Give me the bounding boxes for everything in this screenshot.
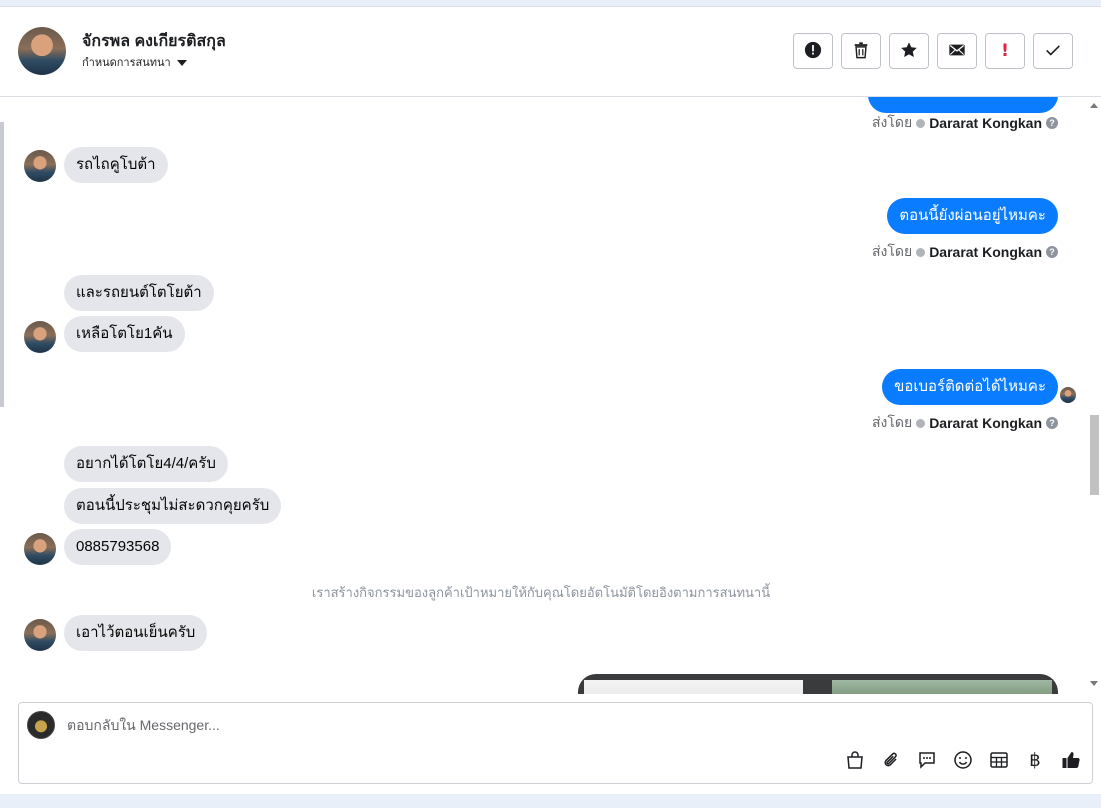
outgoing-image-attachment[interactable] [578, 674, 1058, 694]
scrollbar-thumb[interactable] [1090, 415, 1099, 495]
help-icon[interactable]: ? [1046, 417, 1058, 429]
page-avatar [27, 711, 55, 739]
alert-circle-icon [804, 41, 822, 62]
mark-unread-button[interactable] [937, 33, 977, 69]
trash-icon [852, 41, 870, 62]
outgoing-message[interactable]: ขอเบอร์ติดต่อได้ไหมคะ [882, 369, 1058, 405]
sent-by-line: ส่งโดย Dararat Kongkan ? [872, 112, 1058, 134]
sent-by-label: ส่งโดย [871, 414, 913, 430]
scroll-down-arrow-icon[interactable] [1090, 681, 1098, 686]
table-icon[interactable] [988, 749, 1010, 771]
sender-name[interactable]: Dararat Kongkan [929, 115, 1042, 131]
conversation-settings-label: กำหนดการสนทนา [82, 57, 171, 69]
incoming-message[interactable]: 0885793568 [64, 529, 172, 565]
thumbs-up-icon[interactable] [1060, 749, 1082, 771]
attachment-image[interactable] [832, 680, 1052, 694]
exclamation-icon: ! [1001, 41, 1009, 61]
star-button[interactable] [889, 33, 929, 69]
contact-avatar-small[interactable] [24, 150, 56, 182]
incoming-message[interactable]: และรถยนต์โตโยต้า [64, 275, 214, 311]
message-thread[interactable]: ส่งโดย Dararat Kongkan ? รถไถคูโบต้า ตอน… [0, 97, 1101, 694]
system-notice: เราสร้างกิจกรรมของลูกค้าเป้าหมายให้กับคุ… [311, 585, 771, 600]
header-actions: ! [793, 33, 1073, 69]
mark-done-button[interactable] [1033, 33, 1073, 69]
help-icon[interactable]: ? [1046, 117, 1058, 129]
contact-name[interactable]: จักรพล คงเกียรติสกุล [82, 29, 226, 54]
contact-avatar[interactable] [18, 27, 66, 75]
sent-by-label: ส่งโดย [871, 114, 913, 130]
verified-dot-icon [916, 247, 926, 257]
reply-input[interactable] [67, 717, 967, 733]
outgoing-message[interactable]: ตอนนี้ยังผ่อนอยู่ไหมคะ [887, 198, 1058, 234]
envelope-icon [948, 41, 966, 62]
conversation-panel: จักรพล คงเกียรติสกุล กำหนดการสนทนา ! ส่ง… [0, 6, 1101, 794]
sender-name[interactable]: Dararat Kongkan [929, 415, 1042, 431]
sent-by-line: ส่งโดย Dararat Kongkan ? [872, 241, 1058, 263]
contact-avatar-small[interactable] [24, 533, 56, 565]
conversation-settings-dropdown[interactable]: กำหนดการสนทนา [82, 53, 187, 71]
caret-down-icon [176, 59, 187, 66]
contact-avatar-small[interactable] [24, 321, 56, 353]
contact-avatar-small[interactable] [24, 619, 56, 651]
scrollbar[interactable] [1087, 97, 1101, 694]
emoji-icon[interactable] [952, 749, 974, 771]
verified-dot-icon [916, 418, 926, 428]
help-icon[interactable]: ? [1046, 246, 1058, 258]
incoming-message[interactable]: ตอนนี้ประชุมไม่สะดวกคุยครับ [64, 488, 282, 524]
incoming-message[interactable]: เหลือโตโย1คัน [64, 316, 185, 352]
sent-by-line: ส่งโดย Dararat Kongkan ? [872, 412, 1058, 434]
follow-up-button[interactable]: ! [985, 33, 1025, 69]
paperclip-icon[interactable] [880, 749, 902, 771]
checkmark-icon [1044, 41, 1062, 62]
incoming-message[interactable]: อยากได้โตโย4/4/ครับ [64, 446, 228, 482]
delete-button[interactable] [841, 33, 881, 69]
left-scroll-indicator [0, 122, 4, 407]
outgoing-message-partial[interactable] [868, 97, 1058, 113]
sent-by-label: ส่งโดย [871, 243, 913, 259]
seen-avatar [1060, 387, 1076, 403]
conversation-header: จักรพล คงเกียรติสกุล กำหนดการสนทนา ! [0, 7, 1101, 97]
shop-icon[interactable] [844, 749, 866, 771]
verified-dot-icon [916, 118, 926, 128]
incoming-message[interactable]: รถไถคูโบต้า [64, 147, 168, 183]
incoming-message[interactable]: เอาไว้ตอนเย็นครับ [64, 615, 208, 651]
composer-toolbar: ฿ [844, 749, 1082, 771]
message-composer: ฿ [18, 702, 1093, 784]
spam-button[interactable] [793, 33, 833, 69]
attachment-image[interactable] [584, 680, 803, 694]
baht-icon[interactable]: ฿ [1024, 749, 1046, 771]
speech-bubble-icon[interactable] [916, 749, 938, 771]
star-icon [900, 41, 918, 62]
scroll-up-arrow-icon[interactable] [1090, 103, 1098, 108]
sender-name[interactable]: Dararat Kongkan [929, 244, 1042, 260]
